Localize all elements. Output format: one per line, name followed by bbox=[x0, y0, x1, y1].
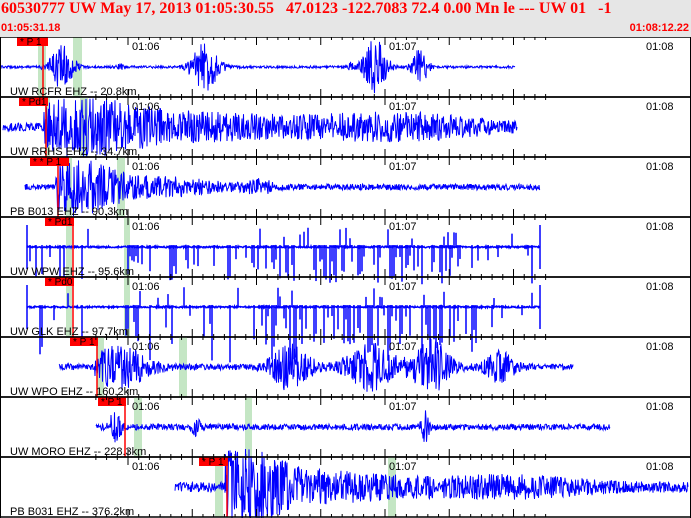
time-label: 01:08 bbox=[646, 281, 674, 293]
event-header: 60530777 UW May 17, 2013 01:05:30.55 47.… bbox=[0, 0, 691, 37]
time-label: 01:08 bbox=[646, 161, 674, 173]
phase-pick-label: * Pd1 bbox=[48, 217, 73, 228]
phase-pick-label: * P 1 bbox=[202, 457, 224, 468]
time-label: 01:08 bbox=[646, 461, 674, 473]
trace-panel[interactable]: * P 1 01:06 01:07 01:08 PB B031 EHZ -- 376.2… bbox=[0, 448, 691, 518]
phase-pick-label: * Pd0 bbox=[48, 277, 73, 288]
time-label: 01:07 bbox=[389, 101, 417, 113]
station-label: PB B031 EHZ -- 376.2km bbox=[10, 506, 134, 518]
waveform bbox=[95, 410, 611, 443]
time-label: 01:06 bbox=[132, 221, 160, 233]
phase-pick-label: * * P 1 bbox=[33, 157, 62, 168]
station-label: UW GLK EHZ -- 97.7km bbox=[10, 326, 128, 338]
time-label: 01:06 bbox=[132, 41, 160, 53]
trace-panel[interactable]: * Pd1 01:06 01:07 01:08UW WPW EHZ -- 95.6km bbox=[0, 216, 691, 285]
station-label: UW MORO EHZ -- 228.3km bbox=[10, 446, 146, 458]
end-time: 01:08:12.22 bbox=[629, 22, 689, 34]
time-label: 01:06 bbox=[132, 401, 160, 413]
time-label: 01:08 bbox=[646, 401, 674, 413]
time-label: 01:07 bbox=[389, 401, 417, 413]
time-label: 01:07 bbox=[389, 341, 417, 353]
time-label: 01:08 bbox=[646, 41, 674, 53]
time-label: 01:07 bbox=[389, 461, 417, 473]
phase-pick-label: * P 1 bbox=[20, 37, 42, 48]
seismogram-panels[interactable]: * P 1 01:06 01:07 01:08UW RCFR EHZ -- 20.8k… bbox=[0, 37, 691, 518]
trace-panel[interactable]: * * P 1 01:06 01:07 01:08PB B013 EHZ -- 90.… bbox=[0, 156, 691, 218]
time-label: 01:06 bbox=[132, 161, 160, 173]
trace-panel[interactable]: * P 1 01:06 01:07 01:08UW WPO EHZ -- 160.2k… bbox=[0, 336, 691, 398]
time-label: 01:08 bbox=[646, 341, 674, 353]
phase-pick-label: * P 1 bbox=[101, 397, 123, 408]
time-label: 01:07 bbox=[389, 161, 417, 173]
time-label: 01:08 bbox=[646, 221, 674, 233]
time-label: 01:06 bbox=[132, 101, 160, 113]
time-label: 01:07 bbox=[389, 281, 417, 293]
waveform bbox=[174, 448, 689, 518]
time-label: 01:08 bbox=[646, 101, 674, 113]
time-label: 01:06 bbox=[132, 341, 160, 353]
station-label: UW RRHS EHZ -- 34.7km bbox=[10, 146, 137, 158]
trace-panel[interactable]: * P 1 01:06 01:07 01:08 UW MORO EHZ -- 228.3… bbox=[0, 396, 691, 458]
start-time: 01:05:31.18 bbox=[1, 22, 61, 34]
time-label: 01:07 bbox=[389, 41, 417, 53]
phase-pick-label: * P 1 bbox=[73, 337, 95, 348]
event-title: 60530777 UW May 17, 2013 01:05:30.55 47.… bbox=[1, 0, 612, 17]
time-label: 01:07 bbox=[389, 221, 417, 233]
phase-pick-label: * Pd1 bbox=[22, 97, 47, 108]
trace-panel[interactable]: * P 1 01:06 01:07 01:08UW RCFR EHZ -- 20.8k… bbox=[0, 37, 691, 98]
trace-panel[interactable]: * Pd1 01:06 01:07 01:08 UW RRHS EHZ -- 34.7k… bbox=[0, 96, 691, 158]
time-label: 01:06 bbox=[132, 461, 160, 473]
time-label: 01:06 bbox=[132, 281, 160, 293]
